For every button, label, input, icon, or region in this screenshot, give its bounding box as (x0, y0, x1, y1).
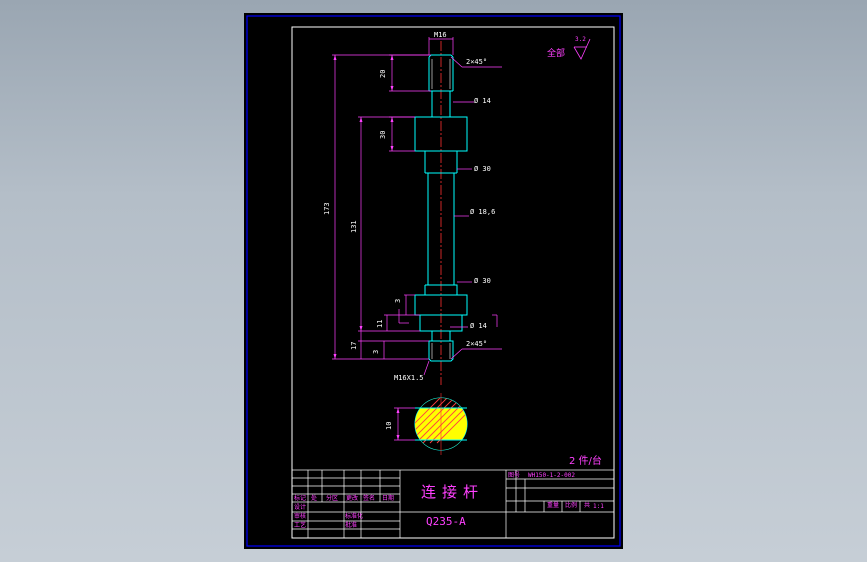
cross-section (414, 393, 468, 455)
mass-label: 重量 (547, 502, 560, 509)
dim-len-20: 20 (379, 69, 387, 78)
dim-thread-bottom: M16X1.5 (394, 374, 424, 382)
header-change: 更改 (346, 495, 359, 502)
header-date: 日期 (382, 495, 395, 502)
sheet-label: 共 (584, 502, 591, 509)
inner-border (291, 26, 615, 539)
drawing-no-label: 图号 (508, 472, 521, 479)
dim-len-11: 11 (376, 319, 384, 328)
dim-dia-30-bottom: Ø 30 (474, 277, 491, 285)
row-process: 工艺 (294, 522, 307, 529)
dimension-arrows (333, 55, 400, 440)
quantity-note: 2 件/台 (569, 456, 602, 467)
scale-value: 1:1 (593, 503, 604, 510)
row-standard: 标准化 (345, 513, 364, 520)
dim-dia-14-top: Ø 14 (474, 97, 491, 105)
dim-len-3-top: 3 (394, 298, 402, 303)
dim-len-17: 17 (350, 341, 358, 350)
dim-chamfer-bottom: 2×45° (466, 340, 488, 348)
part-name: 连接杆 (421, 483, 485, 501)
row-review: 审核 (294, 513, 307, 520)
surface-finish-label: 全部 (547, 49, 566, 59)
dim-dia-14-bottom: Ø 14 (470, 322, 487, 330)
header-mark: 标记 (294, 495, 307, 502)
row-design: 设计 (294, 504, 307, 511)
drawing-sheet: M16 2×45° Ø 14 Ø 30 Ø 18,6 Ø 30 Ø 14 2×4… (244, 13, 623, 549)
dim-len-3-bottom: 3 (372, 349, 380, 354)
dim-section-10: 10 (385, 421, 393, 430)
scale-label: 比例 (565, 502, 578, 509)
header-sign: 签名 (363, 495, 376, 502)
drawing-no: WH150-1-2-002 (528, 472, 575, 479)
outer-frame (246, 15, 621, 547)
surface-finish-value: 3.2 (575, 36, 586, 43)
dim-dia-18-6: Ø 18,6 (470, 208, 496, 216)
header-zone: 分区 (326, 495, 339, 502)
material: Q235-A (426, 515, 466, 528)
dim-chamfer-top: 2×45° (466, 58, 488, 66)
dim-thread-top: M16 (434, 31, 447, 39)
cad-drawing (246, 15, 621, 547)
dim-len-30: 30 (379, 130, 387, 139)
dim-len-131: 131 (350, 220, 358, 233)
row-approve: 批准 (345, 522, 358, 529)
header-count: 处 (311, 495, 318, 502)
dim-dia-30-top: Ø 30 (474, 165, 491, 173)
dim-len-173: 173 (323, 202, 331, 215)
